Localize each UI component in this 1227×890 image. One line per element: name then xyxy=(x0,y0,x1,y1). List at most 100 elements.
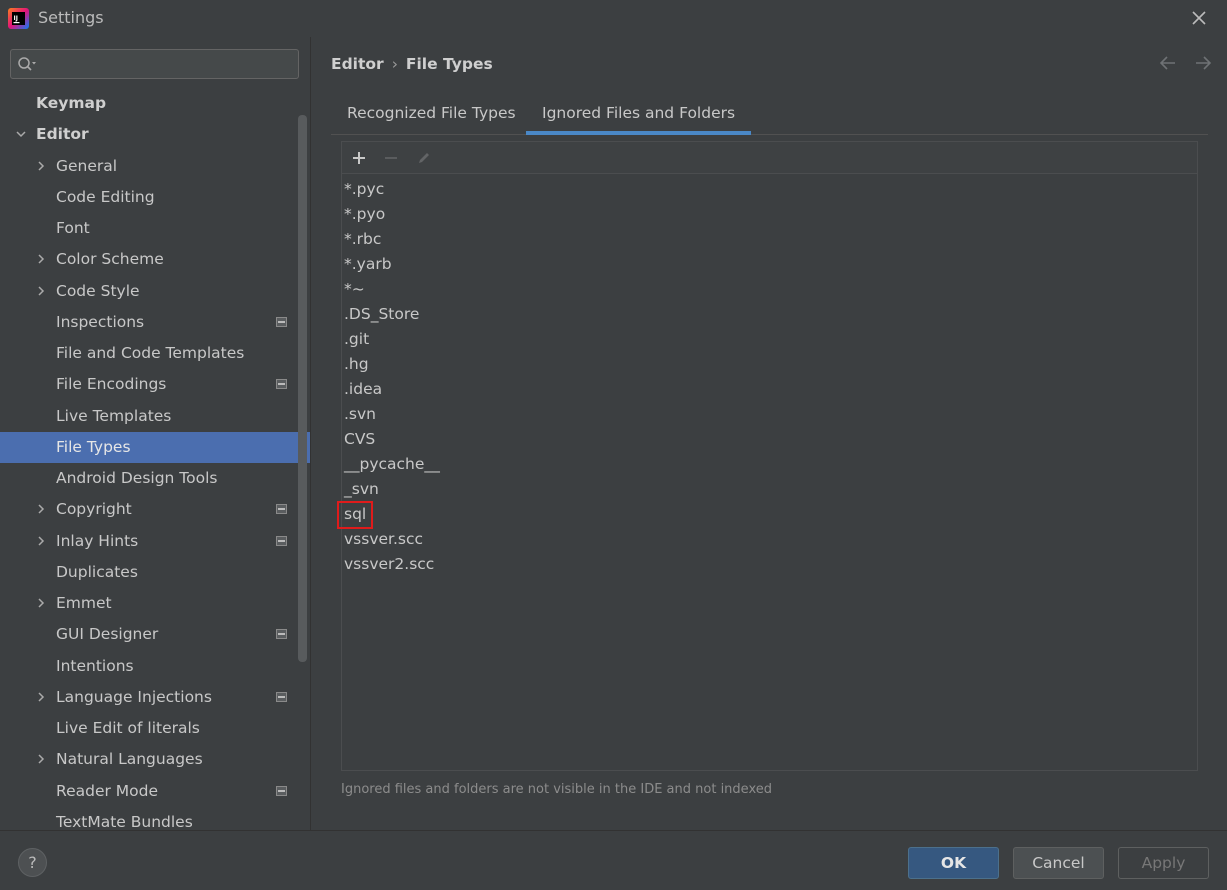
search-icon xyxy=(18,57,36,71)
chevron-right-icon[interactable] xyxy=(36,285,46,296)
list-item[interactable]: *.pyc xyxy=(342,177,1197,202)
sidebar-item-code-editing[interactable]: Code Editing xyxy=(0,182,310,213)
ignored-files-footnote: Ignored files and folders are not visibl… xyxy=(341,782,772,797)
project-settings-icon xyxy=(276,504,287,515)
sidebar-item-inspections[interactable]: Inspections xyxy=(0,307,310,338)
sidebar-item-font[interactable]: Font xyxy=(0,213,310,244)
tab-recognized-file-types[interactable]: Recognized File Types xyxy=(331,95,532,135)
settings-tree: Keymap Editor General Code Editing Font Color… xyxy=(0,88,310,830)
chevron-right-icon[interactable] xyxy=(36,598,46,608)
settings-sidebar: Keymap Editor General Code Editing Font Color… xyxy=(0,37,310,830)
list-item-text: .DS_Store xyxy=(344,305,420,323)
list-item[interactable]: vssver2.scc xyxy=(342,552,1197,577)
project-settings-icon xyxy=(276,629,287,640)
list-item[interactable]: .git xyxy=(342,327,1197,352)
title-bar: IJ Settings xyxy=(0,0,1227,37)
chevron-right-icon[interactable] xyxy=(36,160,46,171)
list-item[interactable]: CVS xyxy=(342,427,1197,452)
chevron-right-icon[interactable] xyxy=(36,754,46,764)
list-item[interactable]: .svn xyxy=(342,402,1197,427)
breadcrumb-parent[interactable]: Editor xyxy=(331,55,384,73)
sidebar-item-label: Font xyxy=(56,219,90,237)
sidebar-item-editor[interactable]: Editor xyxy=(0,119,310,150)
sidebar-item-general[interactable]: General xyxy=(0,151,310,182)
sidebar-item-copyright[interactable]: Copyright xyxy=(0,494,310,525)
sidebar-item-gui-designer[interactable]: GUI Designer xyxy=(0,619,310,650)
sidebar-item-live-edit-of-literals[interactable]: Live Edit of literals xyxy=(0,713,310,744)
list-item-text: vssver.scc xyxy=(344,530,424,548)
list-item[interactable]: *.pyo xyxy=(342,202,1197,227)
list-item[interactable]: sql xyxy=(337,501,1197,529)
list-item-text: *.pyo xyxy=(344,205,386,223)
sidebar-item-android-design-tools[interactable]: Android Design Tools xyxy=(0,463,310,494)
search-input[interactable] xyxy=(10,49,299,79)
chevron-right-icon[interactable] xyxy=(36,692,46,702)
sidebar-item-color-scheme[interactable]: Color Scheme xyxy=(0,244,310,275)
list-item[interactable]: .DS_Store xyxy=(342,302,1197,327)
pencil-icon[interactable] xyxy=(416,150,432,166)
list-item[interactable]: *.rbc xyxy=(342,227,1197,252)
chevron-right-icon[interactable] xyxy=(36,254,46,264)
sidebar-item-label: General xyxy=(56,156,118,175)
help-button[interactable]: ? xyxy=(18,848,47,877)
list-item[interactable]: *~ xyxy=(342,277,1197,302)
dialog-button-bar: ? OK Cancel Apply xyxy=(0,830,1227,890)
list-item-text: .hg xyxy=(344,355,369,373)
list-item[interactable]: __pycache__ xyxy=(342,452,1197,477)
sidebar-item-label: Inspections xyxy=(56,312,145,331)
sidebar-item-textmate-bundles[interactable]: TextMate Bundles xyxy=(0,807,310,830)
minus-icon[interactable] xyxy=(383,150,399,166)
sidebar-item-file-and-code-templates[interactable]: File and Code Templates xyxy=(0,338,310,369)
svg-text:IJ: IJ xyxy=(14,15,18,22)
sidebar-item-label: Android Design Tools xyxy=(56,469,218,487)
sidebar-item-label: Code Editing xyxy=(56,187,155,206)
sidebar-item-live-templates[interactable]: Live Templates xyxy=(0,401,310,432)
sidebar-item-keymap[interactable]: Keymap xyxy=(0,88,310,119)
chevron-down-icon[interactable] xyxy=(16,129,26,139)
list-item-text: *.pyc xyxy=(344,180,385,198)
sidebar-item-label: File and Code Templates xyxy=(56,344,245,362)
list-item-text: *.yarb xyxy=(344,255,392,273)
main-panel: Editor › File Types Recognized File Types … xyxy=(310,37,1227,830)
arrow-left-icon[interactable] xyxy=(1158,53,1178,73)
chevron-right-icon[interactable] xyxy=(36,535,46,546)
tab-ignored-files-and-folders[interactable]: Ignored Files and Folders xyxy=(526,95,752,135)
sidebar-item-emmet[interactable]: Emmet xyxy=(0,588,310,619)
project-settings-icon xyxy=(276,316,287,327)
apply-button[interactable]: Apply xyxy=(1118,847,1209,879)
sidebar-scrollbar[interactable] xyxy=(298,115,307,662)
sidebar-item-file-types[interactable]: File Types xyxy=(0,431,310,463)
sidebar-item-language-injections[interactable]: Language Injections xyxy=(0,682,310,713)
sidebar-item-label: Emmet xyxy=(56,594,112,612)
sidebar-item-label: Copyright xyxy=(56,500,132,519)
sidebar-item-label: Code Style xyxy=(56,281,140,300)
breadcrumb-separator: › xyxy=(391,55,398,73)
sidebar-item-label: Color Scheme xyxy=(56,250,164,269)
cancel-button[interactable]: Cancel xyxy=(1013,847,1104,879)
sidebar-item-code-style[interactable]: Code Style xyxy=(0,276,310,307)
list-item[interactable]: *.yarb xyxy=(342,252,1197,277)
sidebar-item-intentions[interactable]: Intentions xyxy=(0,651,310,682)
sidebar-item-duplicates[interactable]: Duplicates xyxy=(0,557,310,588)
sidebar-item-label: Language Injections xyxy=(56,687,212,706)
project-settings-icon xyxy=(276,785,287,796)
list-item[interactable]: .idea xyxy=(342,377,1197,402)
list-item[interactable]: _svn xyxy=(342,477,1197,502)
chevron-right-icon[interactable] xyxy=(36,504,46,514)
sidebar-item-reader-mode[interactable]: Reader Mode xyxy=(0,776,310,807)
project-settings-icon xyxy=(276,379,287,390)
list-item[interactable]: vssver.scc xyxy=(342,527,1197,552)
sidebar-item-inlay-hints[interactable]: Inlay Hints xyxy=(0,526,310,557)
ignored-files-panel: *.pyc *.pyo *.rbc *.yarb *~ .DS_Store .git .hg.… xyxy=(337,141,1198,771)
ok-button[interactable]: OK xyxy=(908,847,999,879)
arrow-right-icon[interactable] xyxy=(1193,53,1213,73)
breadcrumb-current: File Types xyxy=(405,55,493,73)
list-item-text: *.rbc xyxy=(344,230,382,248)
close-icon[interactable] xyxy=(1189,8,1209,28)
sidebar-item-file-encodings[interactable]: File Encodings xyxy=(0,369,310,400)
list-item-text: _svn xyxy=(344,480,379,498)
sidebar-item-natural-languages[interactable]: Natural Languages xyxy=(0,744,310,775)
list-item[interactable]: .hg xyxy=(342,352,1197,377)
sidebar-item-label: Reader Mode xyxy=(56,781,159,800)
plus-icon[interactable] xyxy=(351,150,367,166)
